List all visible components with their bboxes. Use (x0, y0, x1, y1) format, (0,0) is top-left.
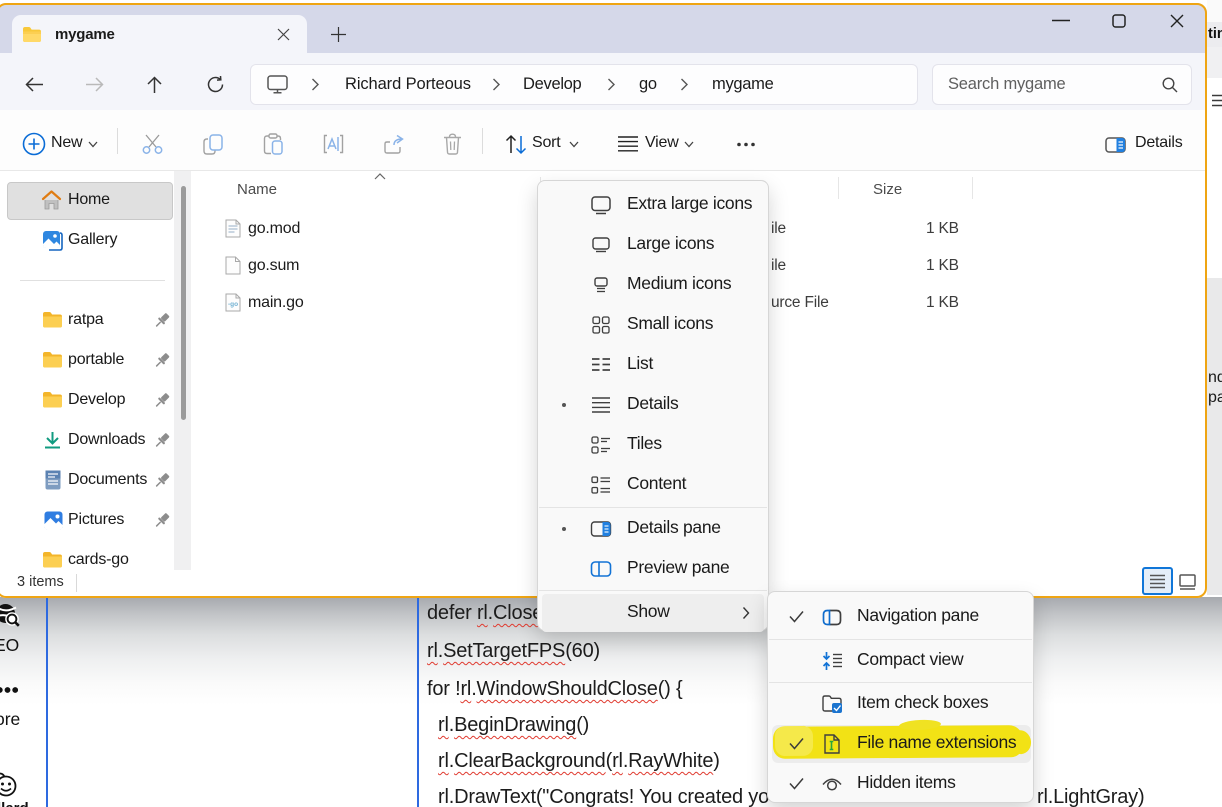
svg-text:-go: -go (228, 301, 238, 308)
